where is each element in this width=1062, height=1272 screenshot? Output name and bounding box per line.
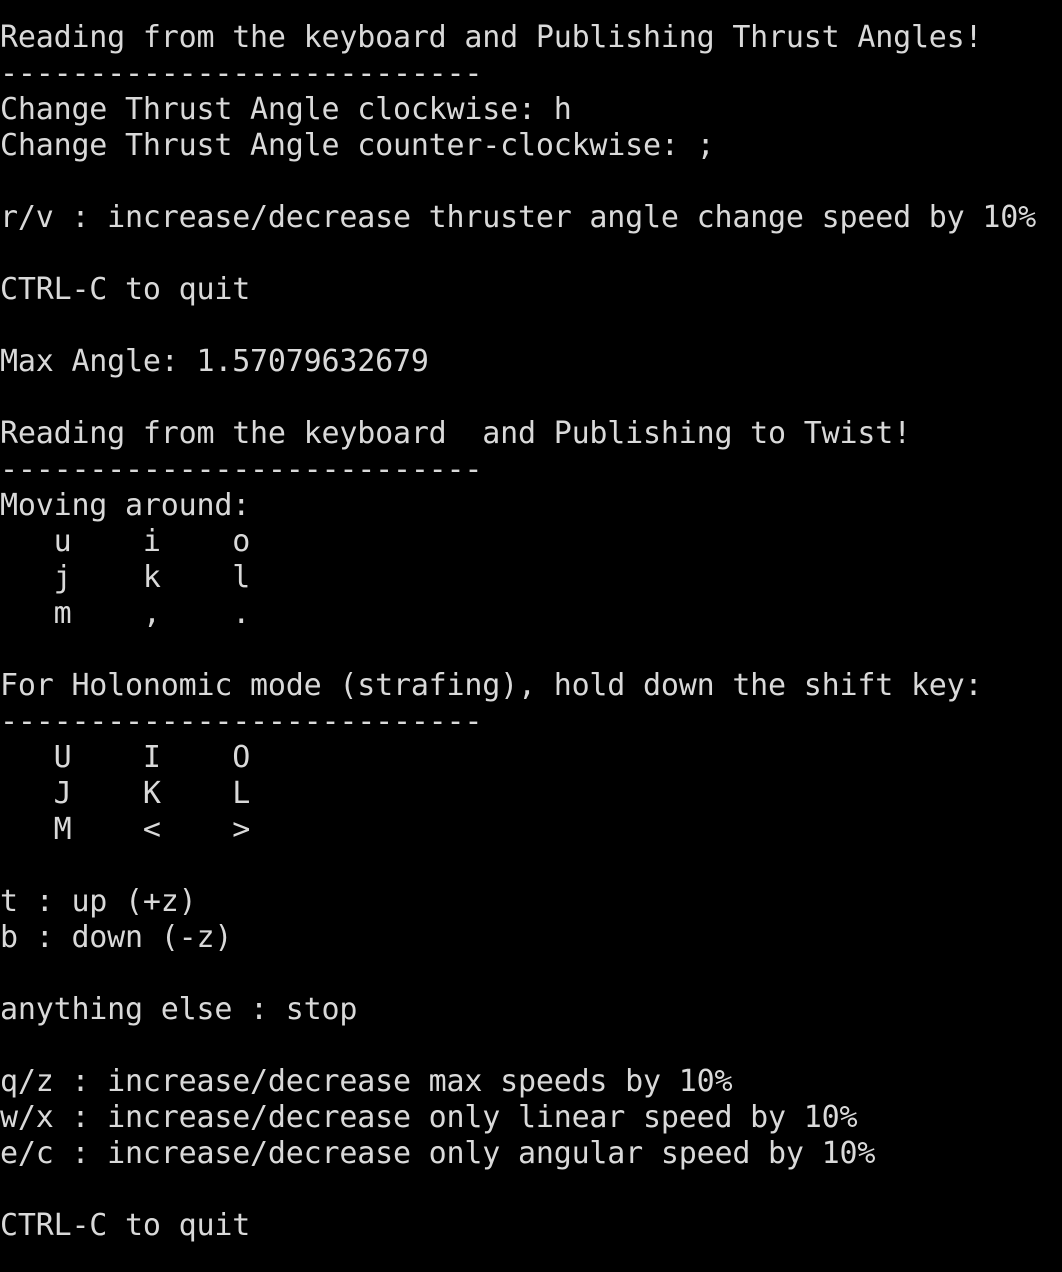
line-blank [0, 380, 1062, 416]
line-blank [0, 956, 1062, 992]
line-wx-speed: w/x : increase/decrease only linear spee… [0, 1100, 858, 1135]
line-shift-keys-row-3: M < > [0, 812, 251, 847]
line-blank [0, 1028, 1062, 1064]
line-divider-2: --------------------------- [0, 452, 483, 487]
line-blank [0, 848, 1062, 884]
line-twist-header: Reading from the keyboard and Publishing… [0, 416, 911, 451]
line-blank [0, 308, 1062, 344]
line-qz-speed: q/z : increase/decrease max speeds by 10… [0, 1064, 733, 1099]
line-keys-row-2: j k l [0, 560, 251, 595]
line-thrust-header: Reading from the keyboard and Publishing… [0, 20, 983, 55]
line-blank [0, 1172, 1062, 1208]
line-moving-around: Moving around: [0, 488, 251, 523]
line-quit-2: CTRL-C to quit [0, 1208, 251, 1243]
line-ec-speed: e/c : increase/decrease only angular spe… [0, 1136, 876, 1171]
line-shift-keys-row-1: U I O [0, 740, 251, 775]
line-blank [0, 632, 1062, 668]
line-rv-speed: r/v : increase/decrease thruster angle c… [0, 200, 1036, 235]
line-thrust-clockwise: Change Thrust Angle clockwise: h [0, 92, 572, 127]
line-divider-3: --------------------------- [0, 704, 483, 739]
line-keys-row-3: m , . [0, 596, 251, 631]
line-quit-1: CTRL-C to quit [0, 272, 251, 307]
terminal-window[interactable]: Reading from the keyboard and Publishing… [0, 0, 1062, 1272]
line-blank [0, 164, 1062, 200]
line-holonomic-header: For Holonomic mode (strafing), hold down… [0, 668, 983, 703]
line-blank [0, 236, 1062, 272]
line-keys-row-1: u i o [0, 524, 251, 559]
line-thrust-counter-clockwise: Change Thrust Angle counter-clockwise: ; [0, 128, 715, 163]
line-down: b : down (-z) [0, 920, 233, 955]
line-up: t : up (+z) [0, 884, 197, 919]
line-divider-1: --------------------------- [0, 56, 483, 91]
line-stop: anything else : stop [0, 992, 358, 1027]
line-max-angle: Max Angle: 1.57079632679 [0, 344, 429, 379]
line-shift-keys-row-2: J K L [0, 776, 251, 811]
